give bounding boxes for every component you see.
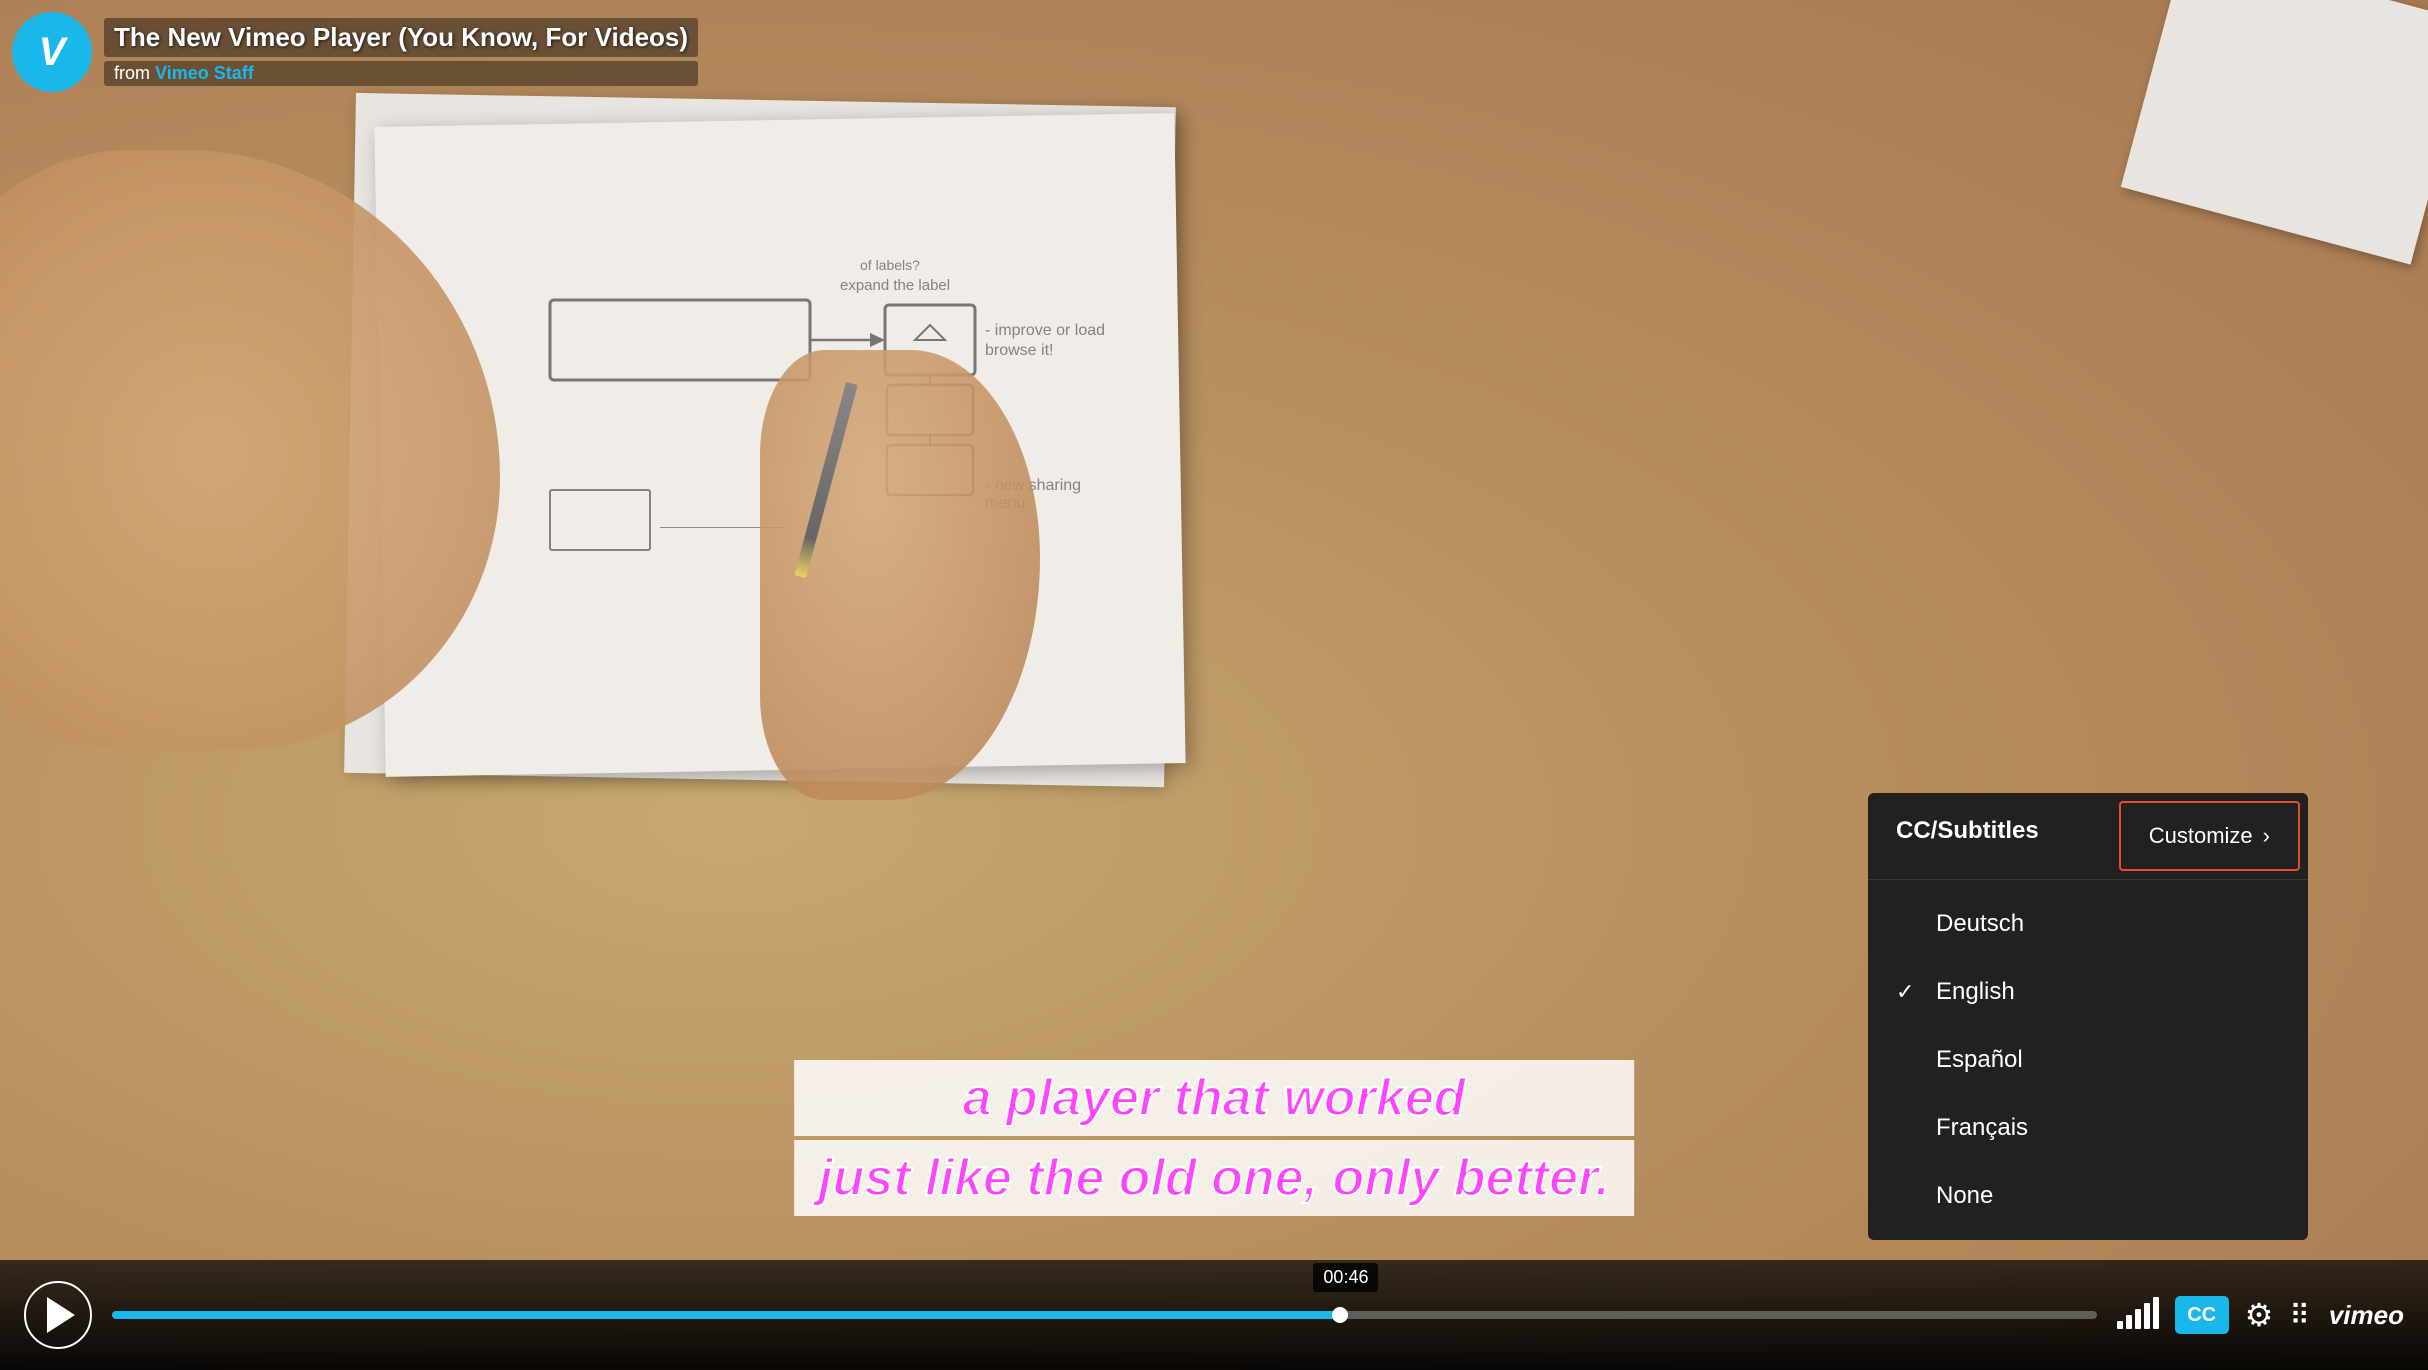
video-from: from Vimeo Staff [104, 61, 698, 86]
cc-menu-header: CC/Subtitles Customize › [1868, 793, 2308, 880]
cc-subtitles-menu: CC/Subtitles Customize › Deutsch ✓ Engli… [1868, 793, 2308, 1240]
vimeo-brand-label: vimeo [2329, 1300, 2404, 1331]
customize-label: Customize [2149, 823, 2253, 849]
vol-bar-3 [2135, 1309, 2141, 1329]
progress-bar[interactable]: 00:46 [112, 1311, 2097, 1319]
cc-button-label: CC [2187, 1304, 2216, 1327]
progress-handle[interactable]: 00:46 [1332, 1307, 1348, 1323]
cc-item-english[interactable]: ✓ English [1868, 958, 2308, 1026]
cc-item-deutsch[interactable]: Deutsch [1868, 890, 2308, 958]
cc-label-espanol: Español [1936, 1046, 2023, 1074]
captions-area: a player that worked just like the old o… [794, 1056, 1634, 1220]
right-controls: CC ⚙ ⠿ vimeo [2117, 1296, 2404, 1334]
progress-filled: 00:46 [112, 1311, 1342, 1319]
title-text-block: The New Vimeo Player (You Know, For Vide… [104, 18, 698, 86]
controls-bar: 00:46 CC ⚙ ⠿ vimeo [0, 1260, 2428, 1370]
vol-bar-2 [2126, 1315, 2132, 1329]
cc-item-espanol[interactable]: Español [1868, 1026, 2308, 1094]
check-english: ✓ [1896, 979, 1920, 1005]
play-icon [47, 1297, 75, 1333]
svg-text:browse it!: browse it! [985, 342, 1053, 359]
cc-label-none: None [1936, 1182, 1993, 1210]
cc-button[interactable]: CC [2175, 1296, 2229, 1334]
play-button[interactable] [24, 1281, 92, 1349]
video-player: - improve or load browse it! expand the … [0, 0, 2428, 1370]
cc-menu-title: CC/Subtitles [1868, 793, 2111, 879]
cc-item-francais[interactable]: Français [1868, 1094, 2308, 1162]
vol-bar-5 [2153, 1297, 2159, 1329]
author-link[interactable]: Vimeo Staff [155, 63, 254, 83]
video-title: The New Vimeo Player (You Know, For Vide… [104, 18, 698, 57]
cc-language-list: Deutsch ✓ English Español Français None [1868, 880, 2308, 1240]
cc-item-none[interactable]: None [1868, 1162, 2308, 1230]
volume-control[interactable] [2117, 1301, 2159, 1329]
cc-label-english: English [1936, 978, 2015, 1006]
vol-bar-1 [2117, 1321, 2123, 1329]
svg-text:of labels?: of labels? [860, 257, 920, 273]
cc-label-deutsch: Deutsch [1936, 910, 2024, 938]
vimeo-v-letter: V [39, 30, 66, 75]
caption-line-1: a player that worked [794, 1060, 1634, 1136]
vol-bar-4 [2144, 1303, 2150, 1329]
svg-text:- improve or load: - improve or load [985, 322, 1105, 339]
vimeo-logo: V [12, 12, 92, 92]
time-tooltip: 00:46 [1313, 1263, 1378, 1292]
expand-icon[interactable]: ⠿ [2289, 1299, 2313, 1332]
cc-label-francais: Français [1936, 1114, 2028, 1142]
caption-line-2: just like the old one, only better. [794, 1140, 1634, 1216]
customize-button[interactable]: Customize › [2119, 801, 2300, 871]
title-overlay: V The New Vimeo Player (You Know, For Vi… [12, 12, 698, 92]
svg-text:expand the label: expand the label [840, 277, 950, 294]
chevron-right-icon: › [2263, 823, 2270, 849]
settings-icon[interactable]: ⚙ [2245, 1296, 2274, 1334]
